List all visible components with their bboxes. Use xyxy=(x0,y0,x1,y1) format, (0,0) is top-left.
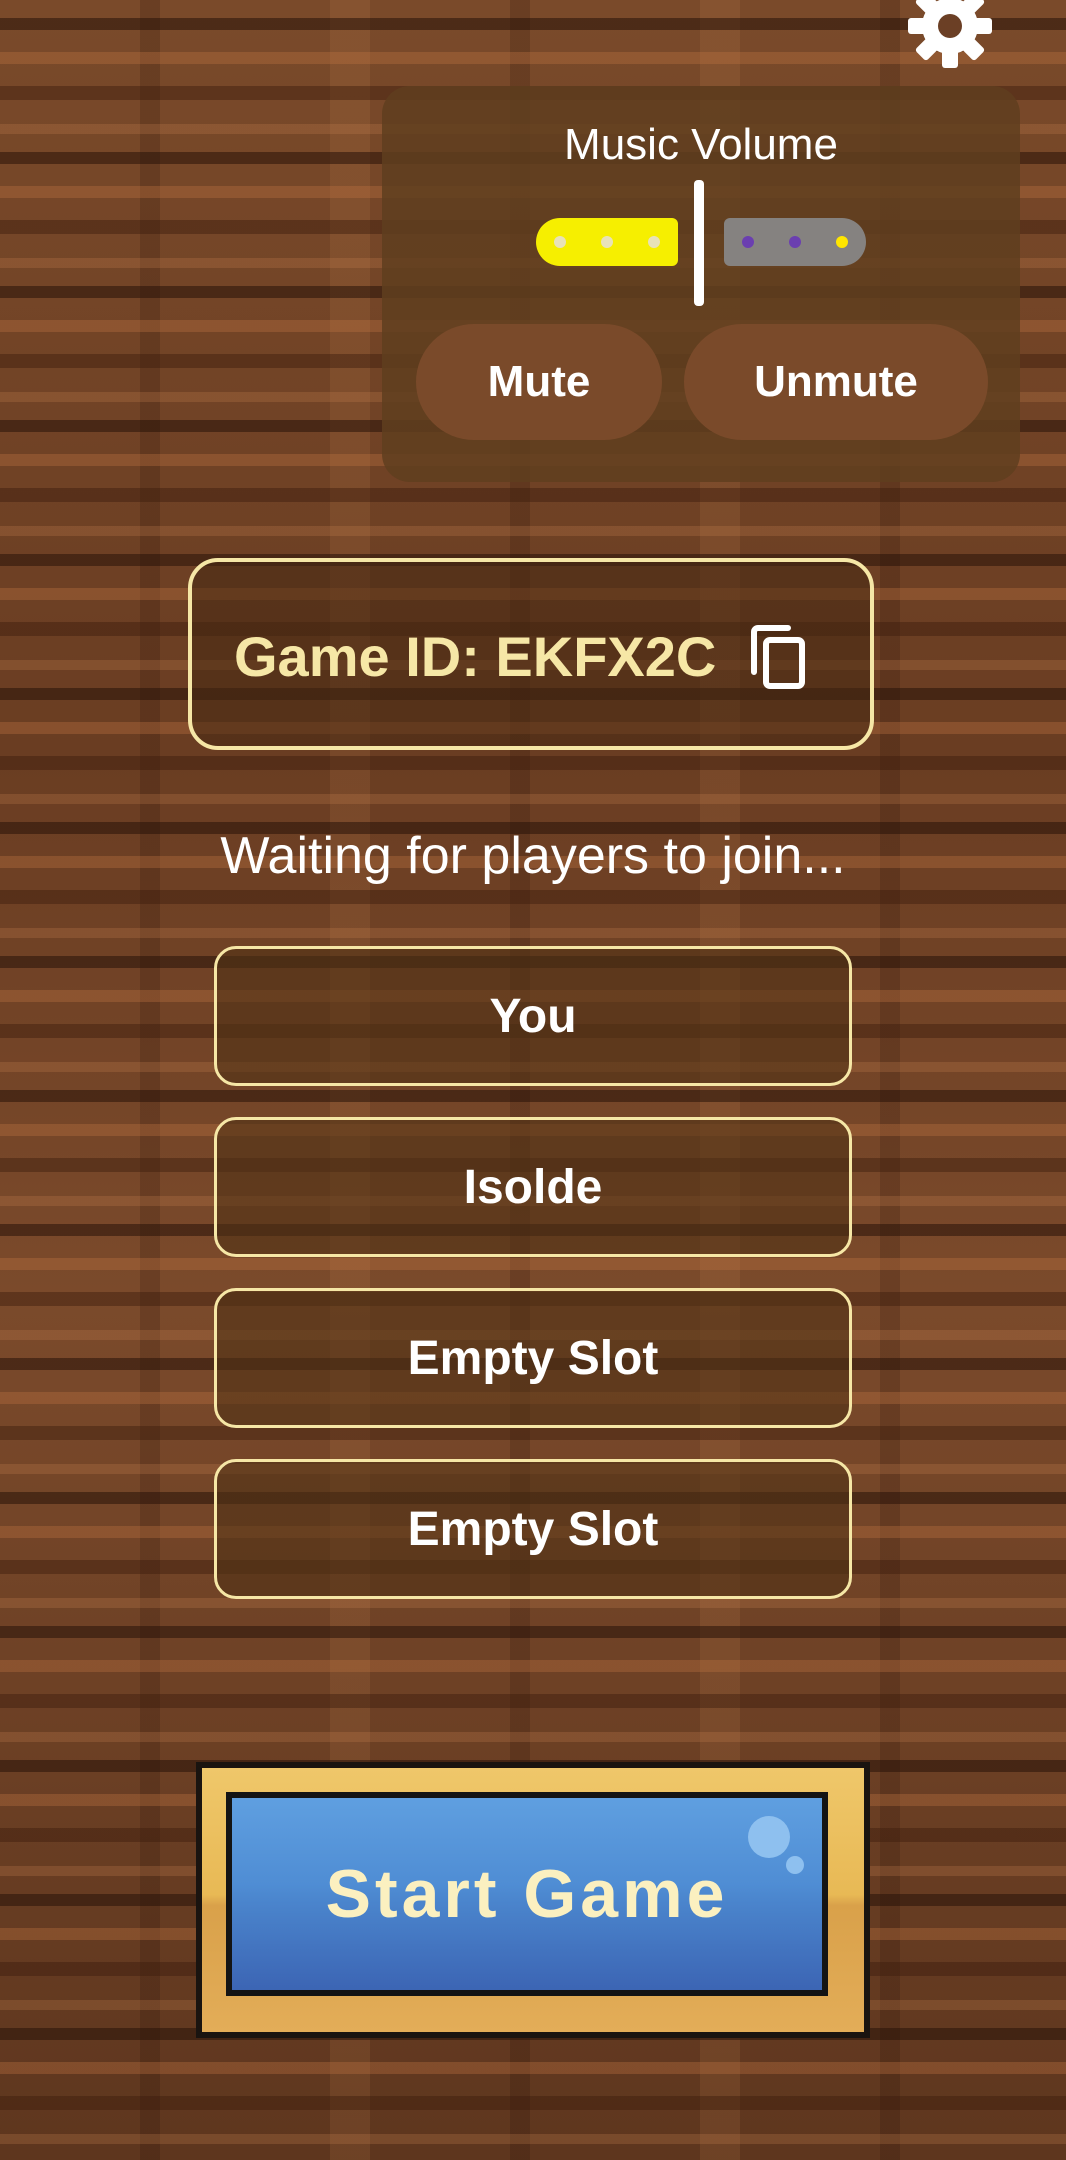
slider-empty-track[interactable] xyxy=(724,218,866,266)
slider-tick xyxy=(789,236,801,248)
player-slot: You xyxy=(214,946,852,1086)
gear-icon[interactable] xyxy=(902,0,998,74)
music-volume-title: Music Volume xyxy=(564,120,838,169)
player-slot: Empty Slot xyxy=(214,1459,852,1599)
start-game-button[interactable]: Start Game xyxy=(232,1798,822,1990)
slider-tick xyxy=(554,236,566,248)
slider-tick xyxy=(836,236,848,248)
waiting-status-text: Waiting for players to join... xyxy=(220,827,846,885)
music-volume-panel: Music Volume Mute Unmute xyxy=(382,86,1020,482)
bubble-decoration xyxy=(786,1856,804,1874)
slider-tick xyxy=(742,236,754,248)
unmute-button[interactable]: Unmute xyxy=(684,324,988,440)
slider-thumb[interactable] xyxy=(694,180,704,306)
game-id-box: Game ID: EKFX2C xyxy=(188,558,874,750)
player-slot: Isolde xyxy=(214,1117,852,1257)
player-slot: Empty Slot xyxy=(214,1288,852,1428)
game-id-label: Game ID: EKFX2C xyxy=(234,625,717,688)
slider-tick xyxy=(601,236,613,248)
music-volume-slider[interactable] xyxy=(536,180,866,306)
bubble-decoration xyxy=(748,1816,790,1858)
mute-button[interactable]: Mute xyxy=(416,324,662,440)
start-game-label: Start Game xyxy=(325,1856,729,1932)
start-game-button-frame: Start Game xyxy=(196,1762,870,2038)
slider-tick xyxy=(648,236,660,248)
copy-icon[interactable] xyxy=(748,624,808,690)
slider-filled-track[interactable] xyxy=(536,218,678,266)
